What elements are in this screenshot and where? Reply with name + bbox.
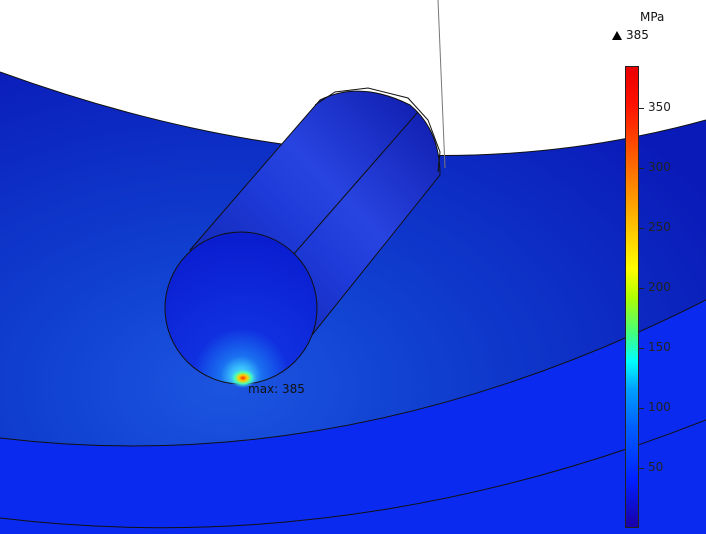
- colorbar-tick-mark: [639, 348, 644, 349]
- triangle-up-icon: [612, 30, 622, 40]
- colorbar-tick-mark: [639, 408, 644, 409]
- max-value-text: 385: [626, 28, 649, 42]
- colorbar-tick-label: 250: [648, 220, 671, 234]
- colorbar-tick-mark: [639, 468, 644, 469]
- colorbar-tick-label: 150: [648, 340, 671, 354]
- colorbar-tick-mark: [639, 288, 644, 289]
- graphics-viewport[interactable]: MPa 385 350 300 250 200 150 100 50 max: 385: [0, 0, 706, 534]
- stress-plot-scene[interactable]: [0, 0, 706, 534]
- colorbar-unit-label: MPa: [640, 10, 665, 24]
- max-annotation-label: max: 385: [248, 382, 305, 396]
- stress-colorbar[interactable]: [625, 66, 639, 528]
- max-value-marker: 385: [612, 28, 649, 42]
- colorbar-tick-label: 350: [648, 100, 671, 114]
- colorbar-tick-mark: [639, 108, 644, 109]
- colorbar-tick-label: 100: [648, 400, 671, 414]
- cylinder-front-face: [164, 231, 318, 385]
- colorbar-tick-label: 300: [648, 160, 671, 174]
- colorbar-tick-label: 50: [648, 460, 664, 474]
- axis-line: [437, 0, 446, 169]
- colorbar-tick-mark: [639, 228, 644, 229]
- colorbar-tick-label: 200: [648, 280, 671, 294]
- colorbar-tick-mark: [639, 168, 644, 169]
